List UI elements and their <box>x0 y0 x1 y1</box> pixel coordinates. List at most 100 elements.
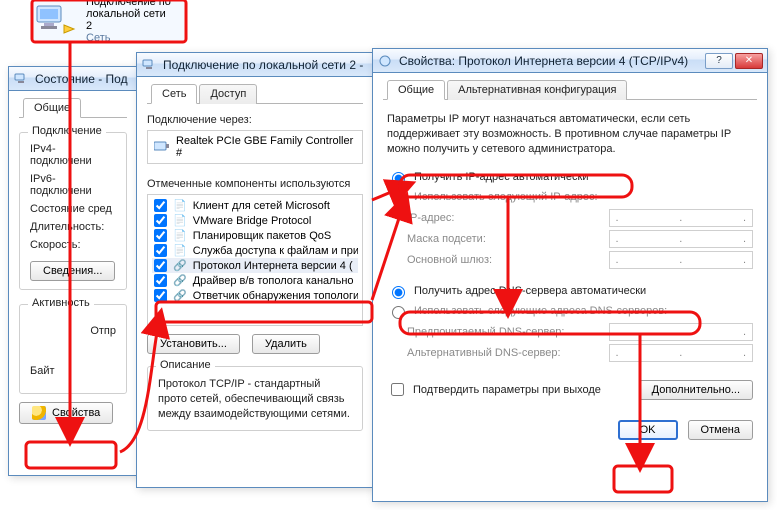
network-icon <box>141 57 157 73</box>
radio-dns-manual-row[interactable]: Использовать следующие адреса DNS-сервер… <box>387 303 753 319</box>
tab-network[interactable]: Сеть <box>151 84 197 104</box>
list-item-label: VMware Bridge Protocol <box>193 215 312 227</box>
install-button[interactable]: Установить... <box>147 334 240 354</box>
radio-ip-manual-row[interactable]: Использовать следующий IP-адрес: <box>387 189 753 205</box>
list-item-label: Планировщик пакетов QoS <box>193 230 332 242</box>
checkbox[interactable] <box>154 229 167 242</box>
desktop-shortcut[interactable]: Подключение по локальной сети 2 Сеть <box>34 0 184 40</box>
adapter-row[interactable]: Realtek PCIe GBE Family Controller # <box>147 130 363 164</box>
properties-button-label: Свойства <box>52 407 100 419</box>
input-gw: ... <box>609 251 754 269</box>
list-item-label: Клиент для сетей Microsoft <box>193 200 330 212</box>
proto-icon: 📄 <box>173 244 187 257</box>
radio-ip-manual-label: Использовать следующий IP-адрес: <box>414 191 598 203</box>
radio-dns-auto[interactable] <box>392 286 405 299</box>
status-titlebar[interactable]: Состояние - Под <box>9 67 137 91</box>
proto-icon: 🔗 <box>173 289 187 302</box>
validate-checkbox[interactable] <box>391 383 404 396</box>
properties-button[interactable]: Свойства <box>19 402 113 424</box>
list-item-label: Ответчик обнаружения топологии <box>193 290 358 302</box>
radio-ip-auto-label: Получить IP-адрес автоматически <box>414 171 588 183</box>
list-item-label: Драйвер в/в тополога канально <box>193 275 354 287</box>
ipv4-title: Свойства: Протокол Интернета версии 4 (T… <box>399 54 699 68</box>
group-connection: Подключение IPv4-подключени IPv6-подключ… <box>19 132 127 290</box>
list-item-label: Протокол Интернета версии 4 ( <box>193 260 353 272</box>
label-ip: IP-адрес: <box>407 212 609 224</box>
ok-button[interactable]: OK <box>618 420 678 440</box>
validate-row[interactable]: Подтвердить параметры при выходе <box>387 380 601 399</box>
group-description: Описание Протокол TCP/IP - стандартный п… <box>147 366 363 431</box>
radio-dns-auto-label: Получить адрес DNS-сервера автоматически <box>414 285 646 297</box>
checkbox[interactable] <box>154 289 167 302</box>
tab-ipv4-general[interactable]: Общие <box>387 80 445 100</box>
group-activity: Активность Отпр Байт <box>19 304 127 394</box>
label-dns-pref: Предпочитаемый DNS-сервер: <box>407 326 609 338</box>
details-button[interactable]: Сведения... <box>30 261 115 281</box>
label-connect-via: Подключение через: <box>147 114 363 126</box>
tab-general[interactable]: Общие <box>23 98 81 118</box>
shield-icon <box>32 406 46 420</box>
proto-icon: 🔗 <box>173 274 187 287</box>
remove-button[interactable]: Удалить <box>252 334 320 354</box>
advanced-button-label: Дополнительно... <box>652 384 740 396</box>
list-item[interactable]: 🔗 Ответчик обнаружения топологии <box>152 288 358 303</box>
radio-ip-manual[interactable] <box>392 192 405 205</box>
checkbox[interactable] <box>154 274 167 287</box>
remove-button-label: Удалить <box>265 338 307 350</box>
checkbox[interactable] <box>154 259 167 272</box>
cancel-button[interactable]: Отмена <box>688 420 753 440</box>
proto-icon: 📄 <box>173 214 187 227</box>
network-adapter-icon <box>34 3 78 37</box>
row-bytes: Байт <box>30 365 116 377</box>
status-title: Состояние - Под <box>35 72 133 86</box>
network-icon <box>13 71 29 87</box>
label-dns-alt: Альтернативный DNS-сервер: <box>407 347 609 359</box>
input-dns-pref: ... <box>609 323 754 341</box>
adapter-icon <box>154 139 170 156</box>
row-sent: Отпр <box>30 325 116 337</box>
cancel-button-label: Отмена <box>701 424 740 436</box>
group-connection-legend: Подключение <box>28 125 106 137</box>
validate-label: Подтвердить параметры при выходе <box>413 384 601 396</box>
proto-icon: 🔗 <box>173 259 187 272</box>
list-item-tcpip4[interactable]: 🔗 Протокол Интернета версии 4 ( <box>152 258 358 273</box>
component-list[interactable]: 📄 Клиент для сетей Microsoft 📄 VMware Brid… <box>147 194 363 326</box>
group-activity-legend: Активность <box>28 297 94 309</box>
desktop-shortcut-label: Подключение по локальной сети 2 Сеть <box>86 0 184 44</box>
checkbox[interactable] <box>154 244 167 257</box>
tab-ipv4-alt[interactable]: Альтернативная конфигурация <box>447 80 627 100</box>
input-dns-alt: ... <box>609 344 754 362</box>
list-item[interactable]: 📄 VMware Bridge Protocol <box>152 213 358 228</box>
advanced-button[interactable]: Дополнительно... <box>639 380 753 400</box>
network-icon <box>377 53 393 69</box>
proto-icon: 📄 <box>173 199 187 212</box>
radio-dns-manual[interactable] <box>392 306 405 319</box>
tab-access[interactable]: Доступ <box>199 84 257 104</box>
connection-window: Подключение по локальной сети 2 - Сеть Д… <box>136 52 374 488</box>
status-window: Состояние - Под Общие Подключение IPv4-п… <box>8 66 138 476</box>
radio-ip-auto-row[interactable]: Получить IP-адрес автоматически <box>387 169 753 185</box>
ipv4-titlebar[interactable]: Свойства: Протокол Интернета версии 4 (T… <box>373 49 767 73</box>
description-text: Протокол TCP/IP - стандартный прото сете… <box>158 377 352 422</box>
checkbox[interactable] <box>154 199 167 212</box>
ipv4-intro: Параметры IP могут назначаться автоматич… <box>387 112 753 157</box>
label-mask: Маска подсети: <box>407 233 609 245</box>
install-button-label: Установить... <box>160 338 227 350</box>
input-ip: ... <box>609 209 754 227</box>
close-button[interactable]: ✕ <box>735 53 763 69</box>
conn-titlebar[interactable]: Подключение по локальной сети 2 - <box>137 53 373 77</box>
input-mask: ... <box>609 230 754 248</box>
help-button[interactable]: ? <box>705 53 733 69</box>
adapter-name: Realtek PCIe GBE Family Controller # <box>176 135 356 159</box>
list-item[interactable]: 📄Служба доступа к файлам и при <box>152 243 358 258</box>
conn-title: Подключение по локальной сети 2 - <box>163 58 369 72</box>
list-item[interactable]: 📄 Клиент для сетей Microsoft <box>152 198 358 213</box>
list-item[interactable]: 🔗 Драйвер в/в тополога канально <box>152 273 358 288</box>
radio-dns-auto-row[interactable]: Получить адрес DNS-сервера автоматически <box>387 283 753 299</box>
ok-button-label: OK <box>640 424 656 436</box>
list-item[interactable]: 📄Планировщик пакетов QoS <box>152 228 358 243</box>
label-components: Отмеченные компоненты используются <box>147 178 363 190</box>
checkbox[interactable] <box>154 214 167 227</box>
group-description-legend: Описание <box>156 359 215 371</box>
radio-ip-auto[interactable] <box>392 172 405 185</box>
